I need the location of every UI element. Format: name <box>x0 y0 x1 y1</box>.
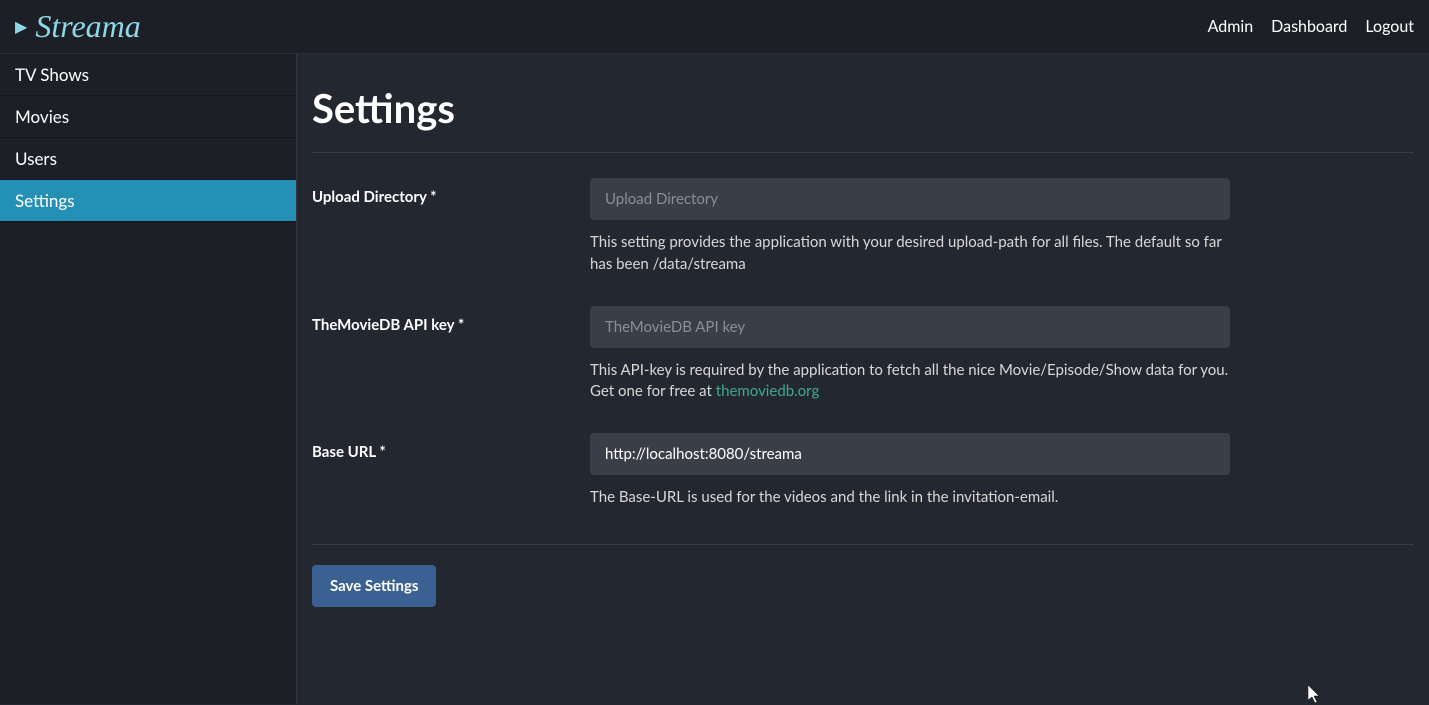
sidebar-item-movies[interactable]: Movies <box>0 96 296 138</box>
form-row-api-key: TheMovieDB API key * This API-key is req… <box>312 306 1414 404</box>
play-icon: ▶ <box>15 17 27 36</box>
nav-logout[interactable]: Logout <box>1365 17 1414 36</box>
header: ▶ Streama Admin Dashboard Logout <box>0 0 1429 54</box>
divider <box>312 152 1414 153</box>
header-nav: Admin Dashboard Logout <box>1208 17 1414 36</box>
save-settings-button[interactable]: Save Settings <box>312 565 436 607</box>
label-base-url: Base URL * <box>312 433 590 509</box>
label-api-key: TheMovieDB API key * <box>312 306 590 404</box>
form-row-base-url: Base URL * The Base-URL is used for the … <box>312 433 1414 509</box>
logo-text: Streama <box>35 8 140 45</box>
nav-dashboard[interactable]: Dashboard <box>1271 17 1347 36</box>
input-upload-directory[interactable] <box>590 178 1230 220</box>
page-title: Settings <box>312 84 1414 132</box>
help-upload-directory: This setting provides the application wi… <box>590 232 1230 276</box>
link-themoviedb[interactable]: themoviedb.org <box>716 382 820 400</box>
label-upload-directory: Upload Directory * <box>312 178 590 276</box>
sidebar-item-settings[interactable]: Settings <box>0 180 296 222</box>
help-api-key: This API-key is required by the applicat… <box>590 360 1230 404</box>
input-api-key[interactable] <box>590 306 1230 348</box>
bottom-divider <box>312 544 1414 545</box>
input-base-url[interactable] <box>590 433 1230 475</box>
nav-admin[interactable]: Admin <box>1208 17 1254 36</box>
sidebar: TV Shows Movies Users Settings <box>0 54 297 704</box>
main-content: Settings Upload Directory * This setting… <box>297 54 1429 704</box>
logo[interactable]: ▶ Streama <box>15 8 141 45</box>
sidebar-item-tv-shows[interactable]: TV Shows <box>0 54 296 96</box>
help-base-url: The Base-URL is used for the videos and … <box>590 487 1230 509</box>
form-row-upload-directory: Upload Directory * This setting provides… <box>312 178 1414 276</box>
sidebar-item-users[interactable]: Users <box>0 138 296 180</box>
